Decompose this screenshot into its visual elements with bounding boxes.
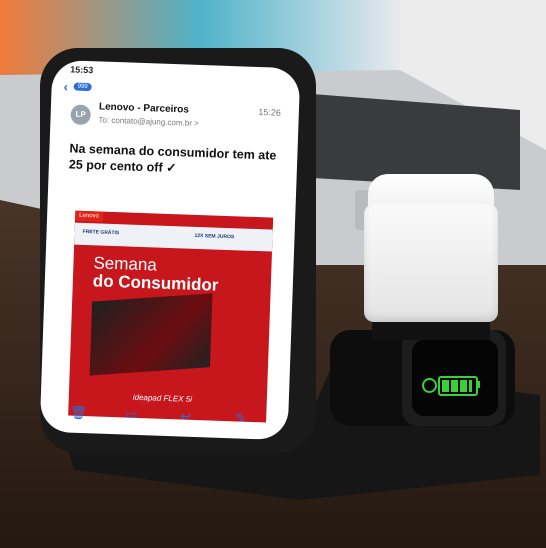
email-recipient[interactable]: To: contato@ajung.com.br > — [98, 115, 199, 127]
laptop-image — [89, 293, 213, 376]
power-icon — [422, 378, 437, 393]
avatar: LP — [70, 104, 92, 126]
promo-strip: FRETE GRÁTIS 12X SEM JUROS — [74, 222, 273, 252]
phone-screen: 15:53 ‹ 999 LP Lenovo - Parceiros 15:26 … — [39, 59, 301, 441]
reply-icon[interactable]: ↩ — [180, 408, 191, 424]
email-banner[interactable]: Lenovo FRETE GRÁTIS 12X SEM JUROS Semana… — [68, 210, 274, 423]
email-subject: Na semana do consumidor tem ate 25 por c… — [68, 141, 277, 176]
compose-icon[interactable]: ✎ — [235, 410, 246, 426]
email-time: 15:26 — [258, 107, 282, 118]
status-time: 15:53 — [70, 64, 94, 76]
inbox-badge: 999 — [73, 82, 92, 92]
battery-icon — [438, 376, 478, 396]
back-chevron-icon[interactable]: ‹ — [63, 79, 68, 94]
product-name: ideapad FLEX 5i — [132, 392, 193, 404]
email-sender: Lenovo - Parceiros — [98, 101, 190, 116]
folder-icon[interactable]: ▭ — [125, 407, 138, 423]
airpods-case — [364, 204, 498, 322]
promo-free-shipping: FRETE GRÁTIS — [82, 228, 120, 237]
banner-headline-2: do Consumidor — [92, 271, 219, 295]
photo-scene: 15:53 ‹ 999 LP Lenovo - Parceiros 15:26 … — [0, 0, 546, 548]
promo-installments: 12X SEM JUROS — [194, 232, 235, 241]
battery-tip — [477, 381, 480, 388]
lenovo-logo: Lenovo — [74, 210, 103, 222]
trash-icon[interactable]: 🗑 — [70, 405, 87, 422]
